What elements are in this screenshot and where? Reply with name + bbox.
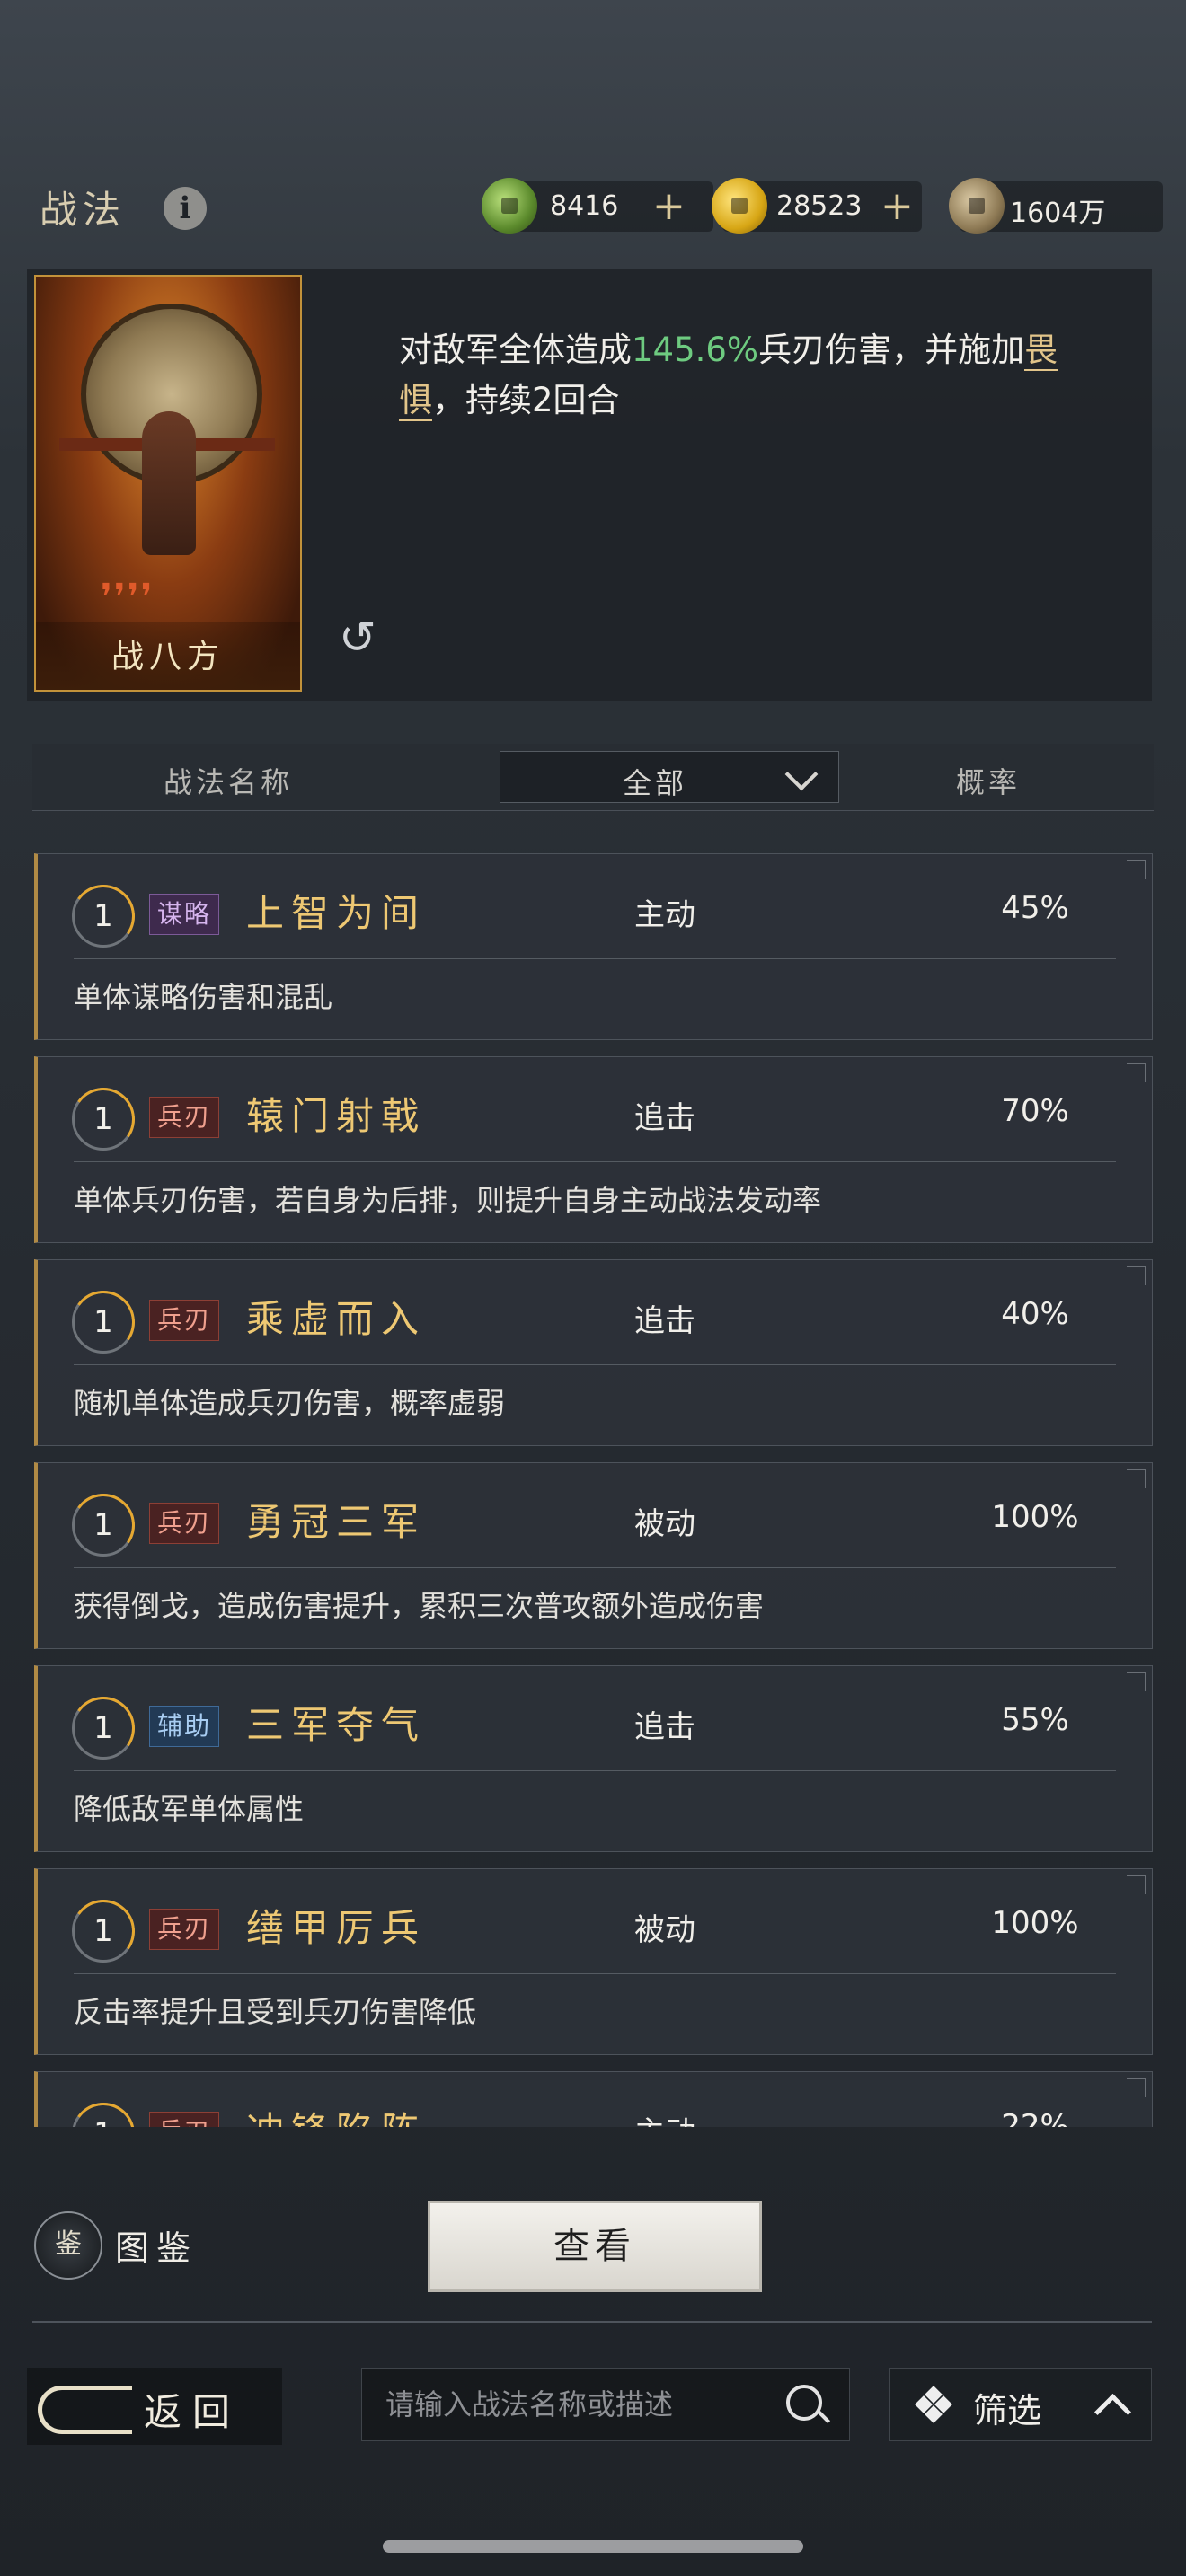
- skill-name: 辕门射戟: [246, 1094, 427, 1138]
- skill-type: 主动: [634, 2108, 695, 2127]
- skill-name: 冲锋陷阵: [246, 2101, 426, 2127]
- skill-type: 主动: [634, 897, 695, 933]
- warrior-illustration: [142, 411, 196, 555]
- back-label: 返回: [144, 2390, 242, 2434]
- gold-coin-icon: [712, 178, 767, 234]
- skill-level-ring: 1: [72, 1900, 135, 1963]
- skill-category-tag: 兵刃: [149, 2112, 220, 2127]
- skill-description: 单体谋略伤害和混乱: [74, 980, 333, 1014]
- row-divider: [74, 1567, 1116, 1568]
- info-icon[interactable]: i: [164, 187, 207, 230]
- currency-gold-value: 28523: [776, 190, 863, 222]
- desc-text: ，持续2回合: [432, 381, 620, 419]
- filter-icon: [915, 2386, 952, 2423]
- back-arrow-icon: [38, 2386, 132, 2434]
- skill-row[interactable]: 1 谋略 上智为间 主动 45% 单体谋略伤害和混乱: [34, 853, 1153, 1040]
- damage-percent: 145.6%: [632, 331, 759, 369]
- skill-type: 被动: [634, 1912, 695, 1948]
- search-icon[interactable]: [786, 2385, 822, 2421]
- currency-copper-value: 1604万: [1010, 198, 1106, 229]
- skill-rate: 100%: [991, 1499, 1079, 1535]
- skill-rate: 55%: [1001, 1702, 1069, 1738]
- currency-gold: 28523 +: [712, 178, 922, 234]
- skill-category-tag: 兵刃: [149, 1097, 220, 1138]
- desc-text: 兵刃伤害，并施加: [758, 331, 1025, 369]
- skill-level-ring: 1: [72, 1291, 135, 1354]
- skill-category-tag: 谋略: [149, 894, 220, 935]
- atlas-icon[interactable]: 鉴: [34, 2211, 102, 2280]
- add-jade-button[interactable]: +: [652, 183, 686, 229]
- skill-description: 随机单体造成兵刃伤害，概率虚弱: [74, 1386, 506, 1420]
- skill-row[interactable]: 1 兵刃 冲锋陷阵 主动 22%: [34, 2071, 1153, 2127]
- skill-category-tag: 兵刃: [149, 1300, 220, 1341]
- filter-button[interactable]: 筛选: [890, 2368, 1152, 2441]
- desc-text: 对敌军全体造成: [399, 331, 632, 369]
- reset-icon[interactable]: ↺: [331, 611, 385, 665]
- skill-rate: 45%: [1001, 890, 1069, 926]
- row-divider: [74, 1364, 1116, 1365]
- skill-name: 三军夺气: [246, 1703, 427, 1747]
- skill-name: 乘虚而入: [246, 1297, 427, 1341]
- skill-rate: 40%: [1001, 1296, 1069, 1332]
- skill-card-name: 战八方: [36, 622, 300, 690]
- currency-jade: 8416 +: [482, 178, 713, 234]
- chevron-up-icon[interactable]: [1093, 2393, 1132, 2431]
- skill-rate: 70%: [1001, 1093, 1069, 1129]
- skill-category-tag: 兵刃: [149, 1909, 220, 1950]
- row-divider: [74, 1161, 1116, 1162]
- row-divider: [74, 958, 1116, 959]
- skill-card[interactable]: ❜❜❜❜ 战八方: [34, 275, 302, 692]
- skill-type: 追击: [634, 1303, 695, 1339]
- skill-row[interactable]: 1 兵刃 勇冠三军 被动 100% 获得倒戈，造成伤害提升，累积三次普攻额外造成伤害: [34, 1462, 1153, 1649]
- skill-list[interactable]: 1 谋略 上智为间 主动 45% 单体谋略伤害和混乱 1 兵刃 辕门射戟 追击 70% 单体兵刃伤害，…: [32, 828, 1154, 2127]
- skill-level-ring: 1: [72, 1088, 135, 1151]
- add-gold-button[interactable]: +: [881, 183, 914, 229]
- divider: [32, 2321, 1152, 2323]
- view-button[interactable]: 查看: [428, 2201, 762, 2292]
- table-header: 战法名称 全部 概率: [32, 744, 1154, 811]
- skill-name: 缮甲厉兵: [246, 1906, 427, 1950]
- type-filter-value: 全部: [623, 766, 688, 800]
- skill-level-ring: 1: [72, 1494, 135, 1557]
- skill-type: 被动: [634, 1506, 695, 1542]
- page-title: 战法: [40, 188, 127, 232]
- skill-name: 勇冠三军: [246, 1500, 427, 1544]
- currency-copper: 1604万: [949, 178, 1163, 234]
- skill-rate: 100%: [991, 1905, 1079, 1941]
- filter-label: 筛选: [973, 2391, 1042, 2430]
- skill-category-tag: 辅助: [149, 1706, 220, 1747]
- skill-description: 反击率提升且受到兵刃伤害降低: [74, 1995, 477, 2029]
- skill-row[interactable]: 1 兵刃 缮甲厉兵 被动 100% 反击率提升且受到兵刃伤害降低: [34, 1868, 1153, 2055]
- skill-row[interactable]: 1 辅助 三军夺气 追击 55% 降低敌军单体属性: [34, 1665, 1153, 1852]
- row-divider: [74, 1973, 1116, 1974]
- skill-name: 上智为间: [246, 891, 427, 935]
- skill-level-ring: 1: [72, 1697, 135, 1760]
- skill-type: 追击: [634, 1100, 695, 1136]
- skill-description: 降低敌军单体属性: [74, 1792, 305, 1826]
- skill-row[interactable]: 1 兵刃 乘虚而入 追击 40% 随机单体造成兵刃伤害，概率虚弱: [34, 1259, 1153, 1446]
- skill-level-ring: 1: [72, 2103, 135, 2127]
- back-button[interactable]: 返回: [27, 2368, 282, 2445]
- skill-rate: 22%: [1001, 2108, 1069, 2127]
- col-rate-header: 概率: [956, 765, 1022, 799]
- copper-coin-icon: [949, 178, 1005, 234]
- home-indicator[interactable]: [383, 2540, 803, 2553]
- skill-description: 单体兵刃伤害，若自身为后排，则提升自身主动战法发动率: [74, 1183, 822, 1217]
- currency-jade-value: 8416: [550, 190, 619, 222]
- chevron-down-icon: [784, 757, 819, 791]
- col-name-header: 战法名称: [164, 765, 294, 799]
- skill-category-tag: 兵刃: [149, 1503, 220, 1544]
- skill-description: 对敌军全体造成145.6%兵刃伤害，并施加畏惧，持续2回合: [399, 325, 1064, 426]
- type-filter-dropdown[interactable]: 全部: [500, 751, 839, 803]
- skill-level-ring: 1: [72, 885, 135, 948]
- jade-coin-icon: [482, 178, 537, 234]
- search-box[interactable]: [361, 2368, 850, 2441]
- star-rating: ❜❜❜❜: [101, 577, 155, 618]
- skill-description: 获得倒戈，造成伤害提升，累积三次普攻额外造成伤害: [74, 1589, 765, 1623]
- search-input[interactable]: [384, 2381, 765, 2428]
- skill-row[interactable]: 1 兵刃 辕门射戟 追击 70% 单体兵刃伤害，若自身为后排，则提升自身主动战法发动率: [34, 1056, 1153, 1243]
- skill-type: 追击: [634, 1709, 695, 1745]
- atlas-button-label[interactable]: 图鉴: [115, 2220, 198, 2270]
- row-divider: [74, 1770, 1116, 1771]
